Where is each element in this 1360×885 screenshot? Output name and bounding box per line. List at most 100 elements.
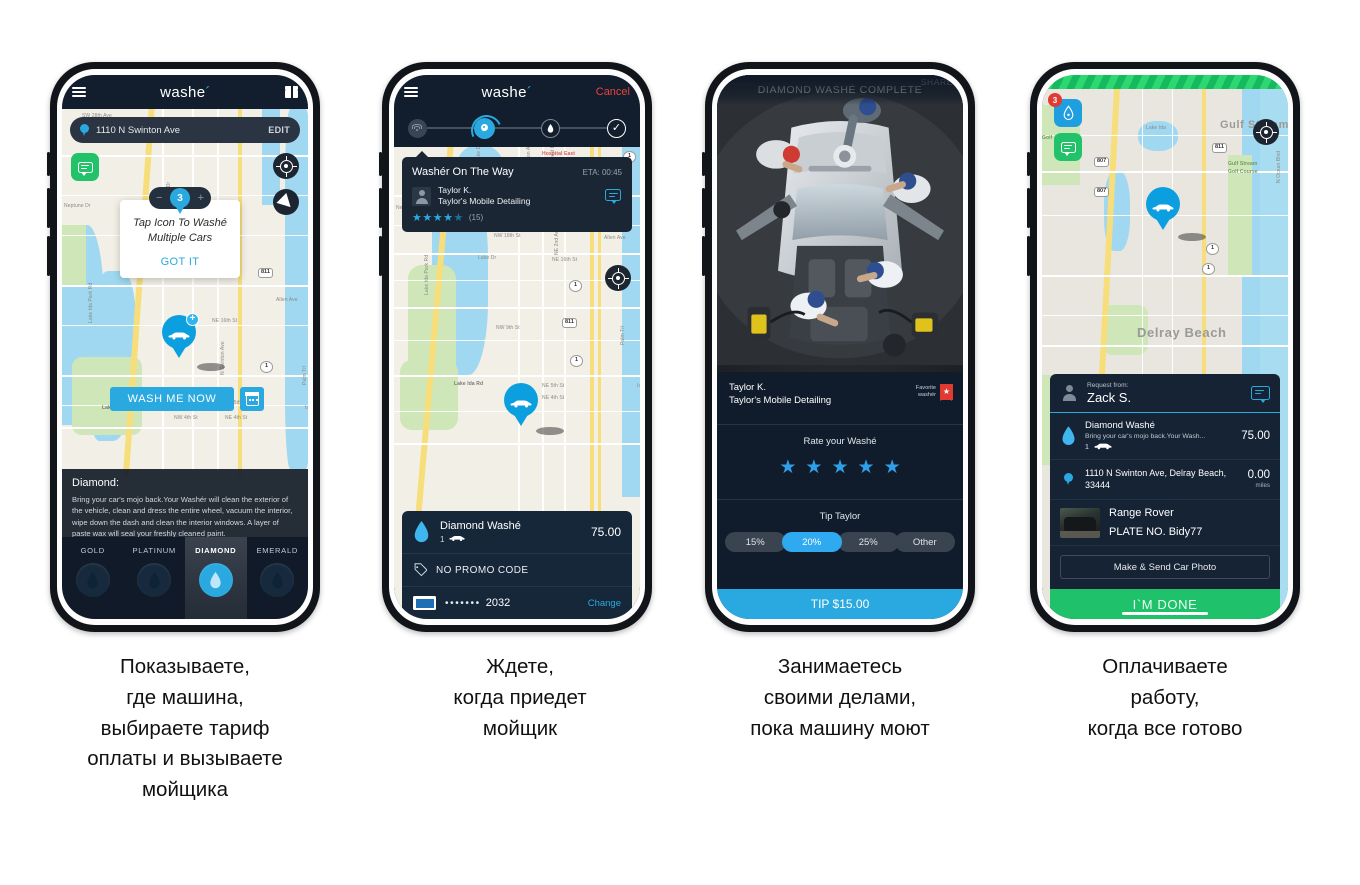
- star-icon[interactable]: ★: [779, 458, 796, 477]
- car-icon: [449, 535, 466, 544]
- tier-option-emerald[interactable]: EMERALD: [247, 537, 309, 619]
- phone-bezel: SW 28th Ave SE 31st Ave Neptune Dr S Lak…: [57, 69, 313, 625]
- tier-option-gold[interactable]: GOLD: [62, 537, 124, 619]
- caption-1: Показываете, где машина, выбираете тариф…: [87, 655, 283, 801]
- star-icon[interactable]: ★: [805, 458, 822, 477]
- stepper-minus[interactable]: −: [156, 192, 162, 204]
- tip-option-other[interactable]: Other: [894, 532, 955, 552]
- map-label: Allen Ave: [276, 297, 298, 303]
- chat-button[interactable]: [71, 153, 99, 181]
- map-label: Lake Ida Rd: [454, 381, 484, 387]
- star-icon[interactable]: ★: [831, 458, 848, 477]
- chat-button[interactable]: [1054, 133, 1082, 161]
- route-shield-1: 1: [570, 355, 584, 367]
- hamburger-icon[interactable]: [72, 84, 86, 99]
- car-pin-icon[interactable]: [1146, 187, 1180, 230]
- star-icon: ★: [412, 212, 423, 225]
- poster-stage: SW 28th Ave SE 31st Ave Neptune Dr S Lak…: [0, 0, 1360, 885]
- request-location-row: 1110 N Swinton Ave, Delray Beach, 33444 …: [1050, 460, 1280, 500]
- map-label: NE 16th St: [552, 257, 578, 263]
- stepper-plus[interactable]: +: [198, 192, 204, 204]
- locate-me-button[interactable]: [273, 153, 299, 179]
- water-drop-icon: [413, 521, 430, 543]
- job-distance-unit: miles: [1255, 482, 1270, 490]
- message-washer-button[interactable]: [605, 189, 622, 205]
- job-distance: 0.00: [1247, 469, 1270, 482]
- tip-confirm-button[interactable]: TIP $15.00: [717, 589, 963, 619]
- locate-me-button[interactable]: [605, 265, 631, 291]
- route-shield-1: 1: [260, 361, 274, 373]
- phone1-navbar: washe´: [62, 75, 308, 109]
- order-promo-row[interactable]: NO PROMO CODE: [402, 553, 632, 586]
- map-label: NE 4th St: [225, 415, 248, 421]
- phone1-screen: SW 28th Ave SE 31st Ave Neptune Dr S Lak…: [62, 75, 308, 619]
- car-count-stepper[interactable]: − + 3: [149, 187, 211, 214]
- address-bar[interactable]: 1110 N Swinton Ave EDIT: [70, 117, 300, 143]
- tracker-step-location: [473, 117, 495, 139]
- map-label: NW 4th St: [174, 415, 198, 421]
- check-icon: ✓: [611, 121, 622, 134]
- route-shield-1: 1: [569, 280, 583, 292]
- map-label: Golf Course: [1228, 169, 1258, 175]
- wash-me-now-button[interactable]: WASH ME NOW: [110, 387, 234, 411]
- service-name: Diamond Washé: [1085, 419, 1155, 431]
- order-progress-tracker: ✓: [394, 109, 640, 147]
- map-label: NW 9th St: [496, 325, 520, 331]
- tier-option-diamond[interactable]: DIAMOND: [185, 537, 247, 619]
- order-service-row[interactable]: Diamond Washé 1 75.00: [402, 511, 632, 553]
- car-icon: [1094, 443, 1112, 452]
- tier-description-title: Diamond:: [72, 477, 120, 489]
- cancel-button[interactable]: Cancel: [596, 86, 630, 98]
- star-icon[interactable]: ★: [884, 458, 901, 477]
- tooltip-text: Tap Icon To Washé Multiple Cars: [133, 217, 227, 244]
- phone4-screen: Golf & Club Lake Ida Gulf Stream Gulf St…: [1042, 75, 1288, 619]
- phone-mockup-3: DIAMOND WASHÉ COMPLETE SHARE Taylor K. T…: [702, 62, 975, 632]
- map-label: Island D: [637, 383, 640, 389]
- hamburger-icon[interactable]: [404, 84, 418, 99]
- washer-eta: ETA: 00:45: [582, 168, 622, 177]
- map-label: NE 4th St: [542, 395, 565, 401]
- tip-option-25[interactable]: 25%: [838, 532, 899, 552]
- tier-label: DIAMOND: [195, 546, 237, 555]
- favorite-washer-toggle[interactable]: Favorite washér ★: [916, 384, 953, 401]
- car-glyph-icon: [1152, 199, 1174, 212]
- home-indicator: [1122, 612, 1208, 615]
- caption-3: Занимаетесь своими делами, пока машину м…: [750, 655, 930, 740]
- tier-option-platinum[interactable]: PLATINUM: [124, 537, 186, 619]
- location-pin-icon: [1063, 473, 1073, 486]
- car-pin-icon[interactable]: [504, 383, 538, 426]
- chat-bubble-icon: [1251, 386, 1270, 404]
- crosshair-icon: [607, 267, 629, 289]
- route-shield-811: 811: [1212, 143, 1227, 153]
- order-payment-row[interactable]: ••••••• 2032 Change: [402, 586, 632, 619]
- add-car-plus-icon[interactable]: +: [186, 313, 199, 326]
- navigate-button[interactable]: [273, 189, 299, 215]
- map-label: Allen Ave: [604, 235, 626, 241]
- change-payment-button[interactable]: Change: [588, 598, 621, 609]
- rating-stars[interactable]: ★ ★ ★ ★ ★: [717, 458, 963, 477]
- review-count: (15): [468, 213, 484, 223]
- navigation-arrow-icon: [276, 192, 296, 212]
- locate-me-button[interactable]: [1253, 119, 1279, 145]
- edit-address-button[interactable]: EDIT: [268, 125, 290, 135]
- credit-card-icon: [413, 596, 436, 610]
- multi-car-tooltip: − + 3 Tap Icon To Washé Multiple Cars GO…: [120, 187, 240, 278]
- tip-section: Tip Taylor 15% 20% 25% Other: [717, 500, 963, 552]
- chat-bubble-icon: [77, 161, 93, 176]
- car-pin-icon[interactable]: +: [162, 313, 199, 358]
- message-customer-button[interactable]: [1251, 386, 1270, 404]
- schedule-button[interactable]: [240, 387, 264, 411]
- tip-option-15[interactable]: 15%: [725, 532, 786, 552]
- got-it-button[interactable]: GOT IT: [130, 256, 230, 268]
- address-text: 1110 N Swinton Ave: [96, 124, 180, 136]
- location-pin-icon: [80, 124, 89, 136]
- route-shield-811: 811: [258, 268, 273, 278]
- tip-option-20[interactable]: 20%: [781, 532, 842, 552]
- map-label: NE 16th St: [212, 318, 238, 324]
- send-car-photo-button[interactable]: Make & Send Car Photo: [1060, 555, 1270, 579]
- star-icon[interactable]: ★: [858, 458, 875, 477]
- gift-icon[interactable]: [285, 86, 298, 98]
- request-from-label: Request from:: [1087, 381, 1129, 389]
- map-label: N Swinton Ave: [220, 341, 226, 375]
- vehicle-thumbnail: [1060, 507, 1100, 538]
